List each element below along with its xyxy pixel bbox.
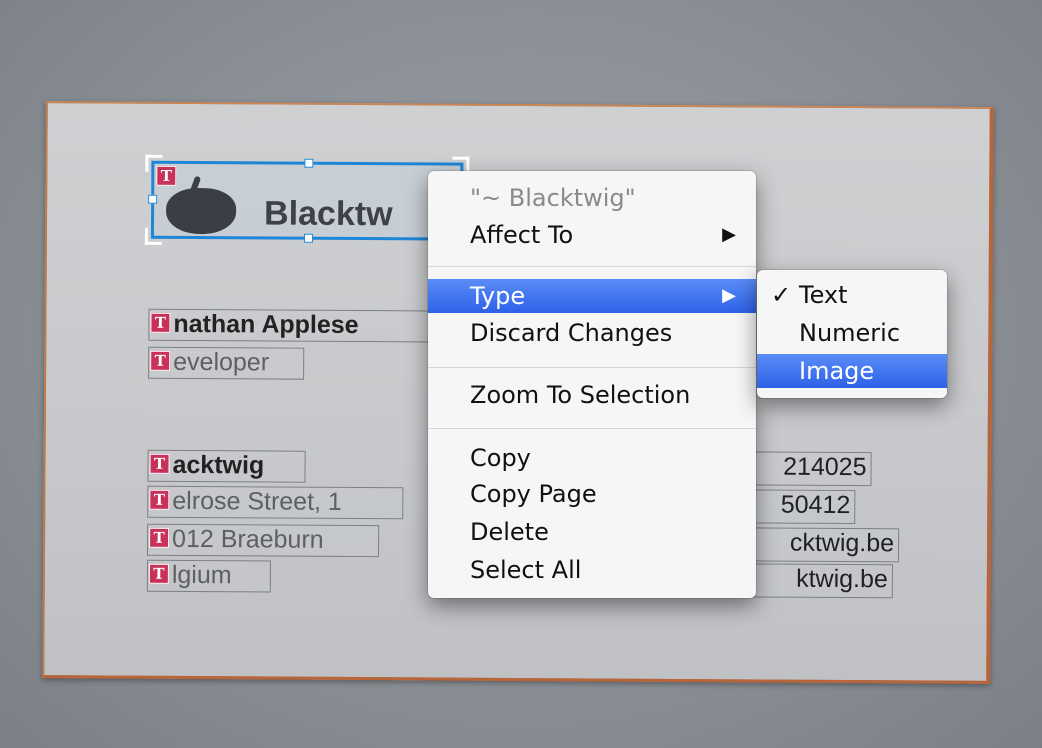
menu-item-copy[interactable]: Copy: [428, 441, 756, 475]
text-zone-icon: T: [149, 527, 170, 548]
submenu-item-image[interactable]: Image: [757, 354, 947, 388]
role-text: eveloper: [173, 347, 270, 377]
menu-item-type[interactable]: Type ▶: [428, 279, 756, 313]
text-zone-icon: T: [149, 489, 170, 510]
text-zone-company[interactable]: T acktwig: [147, 449, 306, 483]
text-zone-icon: T: [150, 312, 171, 333]
context-menu: "~ Blacktwig" Affect To ▶ Type ▶ Discard…: [428, 171, 756, 598]
menu-header: "~ Blacktwig": [470, 184, 636, 212]
menu-item-select-all[interactable]: Select All: [428, 553, 756, 587]
menu-separator: [428, 266, 756, 267]
resize-corner-top-left[interactable]: [145, 154, 163, 172]
text-zone-street[interactable]: T elrose Street, 1: [147, 485, 404, 520]
submenu-item-numeric[interactable]: Numeric: [757, 316, 947, 350]
submenu-arrow-icon: ▶: [722, 224, 736, 245]
text-zone-country[interactable]: T lgium: [146, 559, 271, 593]
menu-item-copy-page[interactable]: Copy Page: [428, 477, 756, 511]
resize-handle-left[interactable]: [148, 194, 158, 204]
submenu-arrow-icon: ▶: [722, 285, 736, 306]
menu-separator: [428, 428, 756, 429]
web-text: ktwig.be: [796, 564, 888, 594]
submenu-item-text[interactable]: ✓ Text: [757, 278, 947, 312]
selected-logo-zone[interactable]: Blacktw T: [144, 154, 470, 247]
resize-handle-bottom[interactable]: [303, 233, 313, 243]
text-zone-icon: T: [150, 350, 171, 371]
street-text: elrose Street, 1: [172, 486, 342, 516]
phone1-text: 214025: [783, 452, 867, 482]
menu-item-discard-changes[interactable]: Discard Changes: [428, 316, 756, 350]
apple-logo-icon: [165, 187, 237, 235]
phone2-text: 50412: [780, 490, 851, 520]
text-zone-city[interactable]: T 012 Braeburn: [146, 523, 380, 558]
logo-text: Blacktw: [263, 194, 393, 234]
menu-separator: [428, 367, 756, 368]
type-submenu: ✓ Text Numeric Image: [757, 270, 947, 398]
city-text: 012 Braeburn: [172, 524, 324, 554]
menu-item-delete[interactable]: Delete: [428, 515, 756, 549]
text-zone-role[interactable]: T eveloper: [148, 346, 305, 380]
text-zone-name[interactable]: T nathan Applese: [148, 308, 449, 343]
text-zone-icon: T: [148, 563, 169, 584]
company-text: acktwig: [172, 450, 265, 480]
resize-handle-top[interactable]: [304, 158, 314, 168]
name-text: nathan Applese: [173, 309, 359, 340]
menu-item-affect-to[interactable]: Affect To ▶: [428, 218, 756, 252]
email-text: cktwig.be: [789, 528, 895, 558]
checkmark-icon: ✓: [771, 281, 792, 309]
menu-item-zoom-to-selection[interactable]: Zoom To Selection: [428, 378, 756, 412]
country-text: lgium: [171, 560, 232, 590]
text-zone-icon: T: [149, 453, 170, 474]
resize-corner-bottom-left[interactable]: [144, 227, 162, 245]
